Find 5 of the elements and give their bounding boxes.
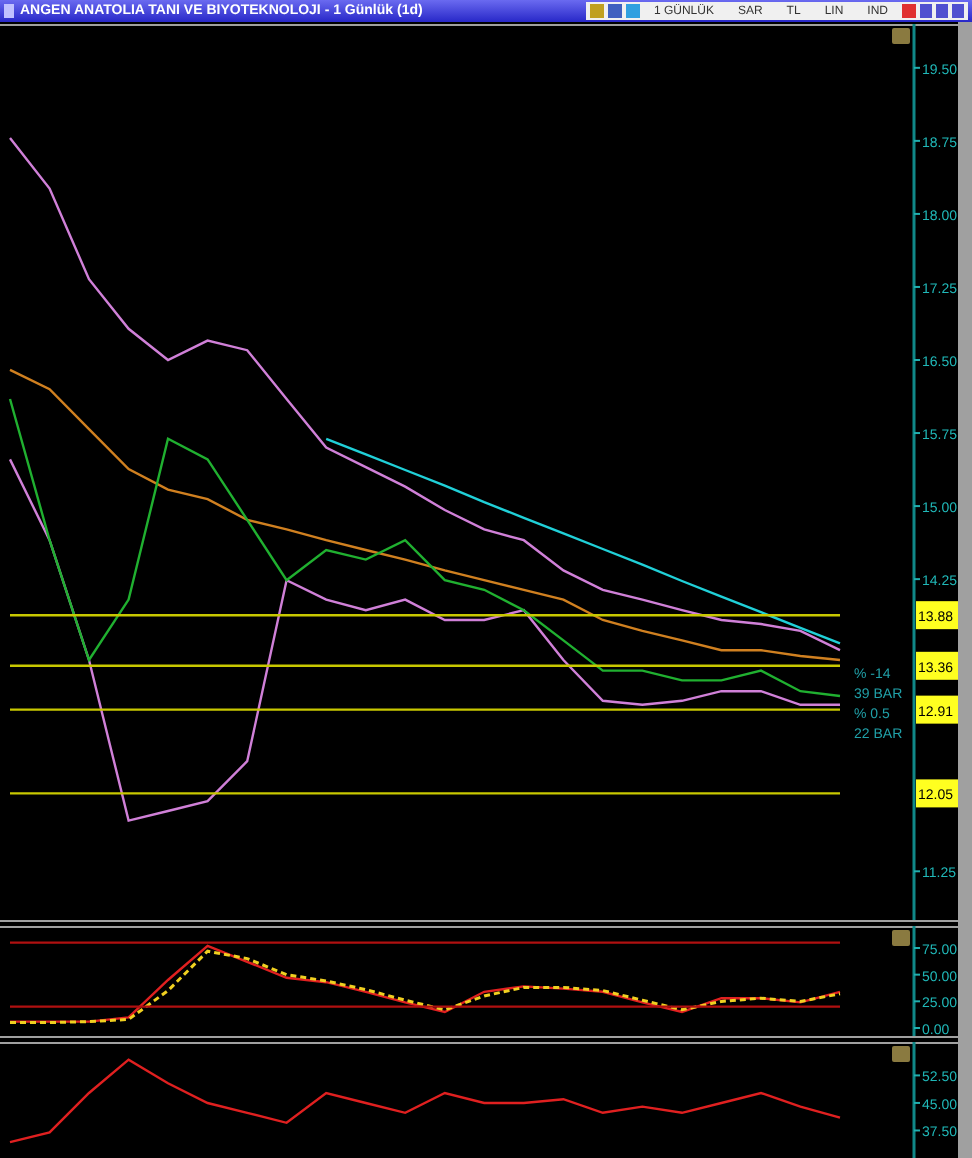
panel-settings-icon[interactable] (892, 930, 910, 946)
price-axis (912, 926, 921, 1036)
price-axis (912, 1042, 921, 1158)
panel-settings-icon[interactable] (892, 28, 910, 44)
panel-settings-icon[interactable] (892, 1046, 910, 1062)
